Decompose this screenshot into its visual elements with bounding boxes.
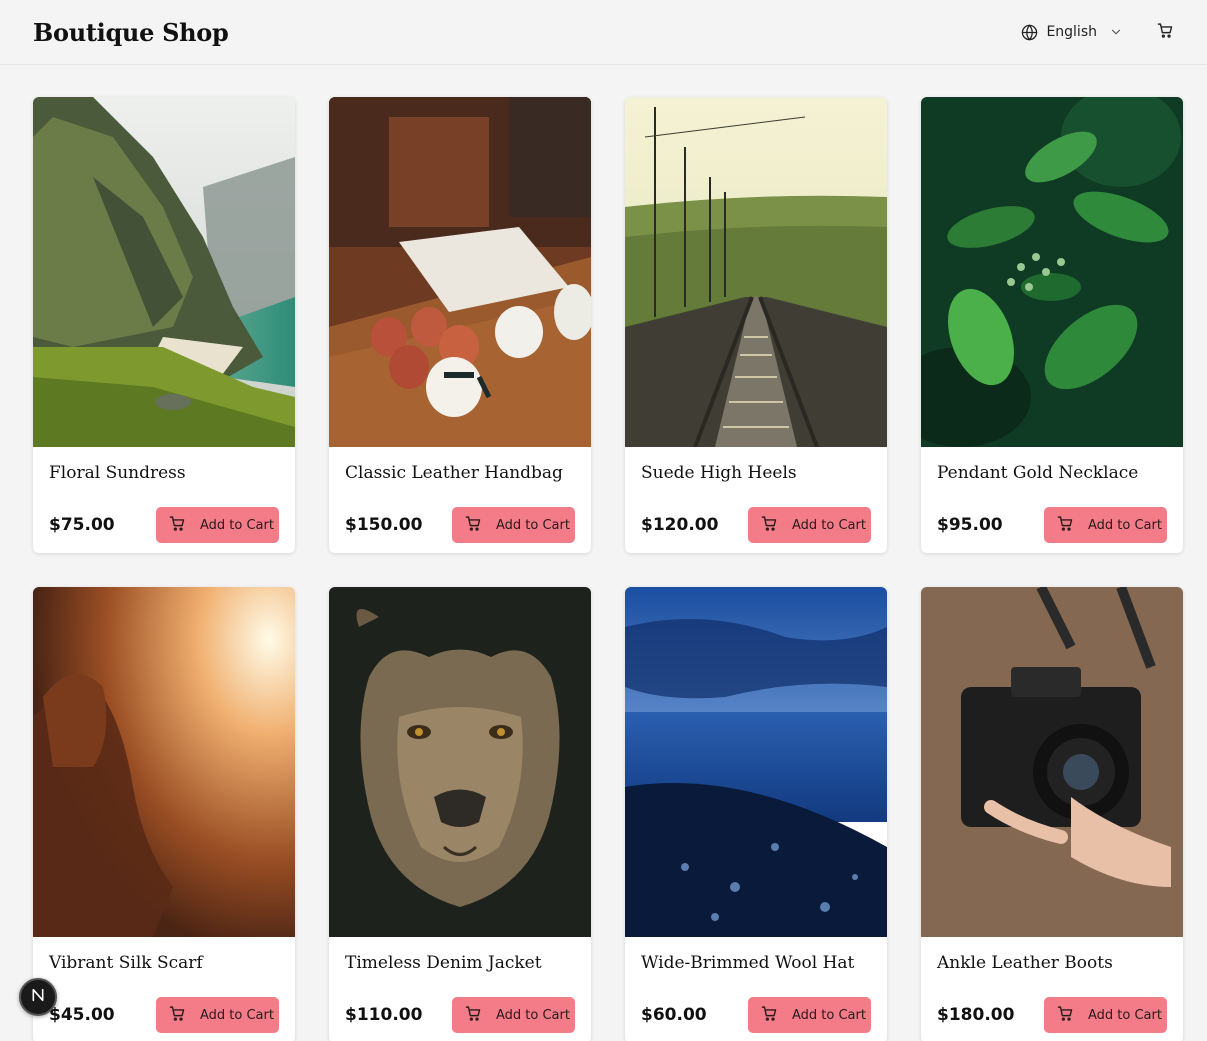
cart-button[interactable] xyxy=(1157,22,1174,43)
add-to-cart-button[interactable]: Add to Cart xyxy=(452,507,575,543)
product-title[interactable]: Classic Leather Handbag xyxy=(345,463,575,487)
globe-icon xyxy=(1021,23,1038,41)
add-to-cart-button[interactable]: Add to Cart xyxy=(748,507,871,543)
add-to-cart-button[interactable]: Add to Cart xyxy=(1044,997,1167,1033)
product-title[interactable]: Floral Sundress xyxy=(49,463,279,487)
card-footer: $110.00 Add to Cart xyxy=(345,997,575,1033)
cart-icon xyxy=(169,1005,186,1026)
card-footer: $95.00 Add to Cart xyxy=(937,507,1167,543)
top-header: Boutique Shop English xyxy=(0,0,1207,65)
card-body: Ankle Leather Boots $180.00 Add to Cart xyxy=(921,937,1183,1033)
product-price: $150.00 xyxy=(345,515,423,535)
card-body: Timeless Denim Jacket $110.00 Add to Car… xyxy=(329,937,591,1033)
sunset-woman-photo[interactable] xyxy=(33,587,295,937)
product-title[interactable]: Wide-Brimmed Wool Hat xyxy=(641,953,871,977)
language-selector[interactable]: English xyxy=(1021,23,1123,41)
product-card[interactable]: Classic Leather Handbag $150.00 Add to C… xyxy=(329,97,591,553)
lioness-photo[interactable] xyxy=(329,587,591,937)
product-card[interactable]: Vibrant Silk Scarf $45.00 Add to Cart xyxy=(33,587,295,1041)
camera-photo[interactable] xyxy=(921,587,1183,937)
enamel-mugs-photo[interactable] xyxy=(329,97,591,447)
brand-title[interactable]: Boutique Shop xyxy=(33,18,229,47)
railway-tracks-photo[interactable] xyxy=(625,97,887,447)
card-footer: $60.00 Add to Cart xyxy=(641,997,871,1033)
card-footer: $75.00 Add to Cart xyxy=(49,507,279,543)
cart-icon xyxy=(761,515,778,536)
card-footer: $120.00 Add to Cart xyxy=(641,507,871,543)
cart-icon xyxy=(1057,515,1074,536)
add-to-cart-label: Add to Cart xyxy=(200,517,274,533)
header-actions: English xyxy=(1021,22,1174,43)
add-to-cart-label: Add to Cart xyxy=(792,1007,866,1023)
language-label: English xyxy=(1046,24,1097,40)
product-card[interactable]: Ankle Leather Boots $180.00 Add to Cart xyxy=(921,587,1183,1041)
product-price: $110.00 xyxy=(345,1005,423,1025)
cart-icon xyxy=(169,515,186,536)
next-badge-button[interactable] xyxy=(19,978,57,1016)
product-card[interactable]: Floral Sundress $75.00 Add to Cart xyxy=(33,97,295,553)
add-to-cart-label: Add to Cart xyxy=(496,517,570,533)
cart-icon xyxy=(1057,1005,1074,1026)
add-to-cart-label: Add to Cart xyxy=(1088,1007,1162,1023)
product-title[interactable]: Ankle Leather Boots xyxy=(937,953,1167,977)
product-price: $95.00 xyxy=(937,515,1003,535)
card-body: Wide-Brimmed Wool Hat $60.00 Add to Cart xyxy=(625,937,887,1033)
card-footer: $150.00 Add to Cart xyxy=(345,507,575,543)
add-to-cart-button[interactable]: Add to Cart xyxy=(748,997,871,1033)
product-card[interactable]: Wide-Brimmed Wool Hat $60.00 Add to Cart xyxy=(625,587,887,1041)
product-title[interactable]: Vibrant Silk Scarf xyxy=(49,953,279,977)
product-grid: Floral Sundress $75.00 Add to Cart Class… xyxy=(33,97,1183,1041)
add-to-cart-button[interactable]: Add to Cart xyxy=(156,997,279,1033)
chevron-down-icon xyxy=(1109,25,1123,39)
product-price: $180.00 xyxy=(937,1005,1015,1025)
add-to-cart-label: Add to Cart xyxy=(1088,517,1162,533)
product-card[interactable]: Pendant Gold Necklace $95.00 Add to Cart xyxy=(921,97,1183,553)
product-price: $45.00 xyxy=(49,1005,115,1025)
cart-icon xyxy=(465,515,482,536)
add-to-cart-label: Add to Cart xyxy=(496,1007,570,1023)
product-card[interactable]: Timeless Denim Jacket $110.00 Add to Car… xyxy=(329,587,591,1041)
blue-shore-photo[interactable] xyxy=(625,587,887,937)
cart-icon xyxy=(1157,22,1174,43)
add-to-cart-label: Add to Cart xyxy=(792,517,866,533)
product-price: $60.00 xyxy=(641,1005,707,1025)
add-to-cart-button[interactable]: Add to Cart xyxy=(1044,507,1167,543)
card-body: Suede High Heels $120.00 Add to Cart xyxy=(625,447,887,543)
cart-icon xyxy=(761,1005,778,1026)
product-price: $120.00 xyxy=(641,515,719,535)
card-body: Classic Leather Handbag $150.00 Add to C… xyxy=(329,447,591,543)
add-to-cart-label: Add to Cart xyxy=(200,1007,274,1023)
product-title[interactable]: Suede High Heels xyxy=(641,463,871,487)
card-body: Pendant Gold Necklace $95.00 Add to Cart xyxy=(921,447,1183,543)
product-card[interactable]: Suede High Heels $120.00 Add to Cart xyxy=(625,97,887,553)
product-title[interactable]: Pendant Gold Necklace xyxy=(937,463,1167,487)
mountain-coast-photo[interactable] xyxy=(33,97,295,447)
add-to-cart-button[interactable]: Add to Cart xyxy=(156,507,279,543)
product-price: $75.00 xyxy=(49,515,115,535)
card-body: Vibrant Silk Scarf $45.00 Add to Cart xyxy=(33,937,295,1033)
cart-icon xyxy=(465,1005,482,1026)
green-leaves-photo[interactable] xyxy=(921,97,1183,447)
card-body: Floral Sundress $75.00 Add to Cart xyxy=(33,447,295,543)
card-footer: $45.00 Add to Cart xyxy=(49,997,279,1033)
product-title[interactable]: Timeless Denim Jacket xyxy=(345,953,575,977)
add-to-cart-button[interactable]: Add to Cart xyxy=(452,997,575,1033)
card-footer: $180.00 Add to Cart xyxy=(937,997,1167,1033)
next-logo-icon xyxy=(30,987,46,1007)
